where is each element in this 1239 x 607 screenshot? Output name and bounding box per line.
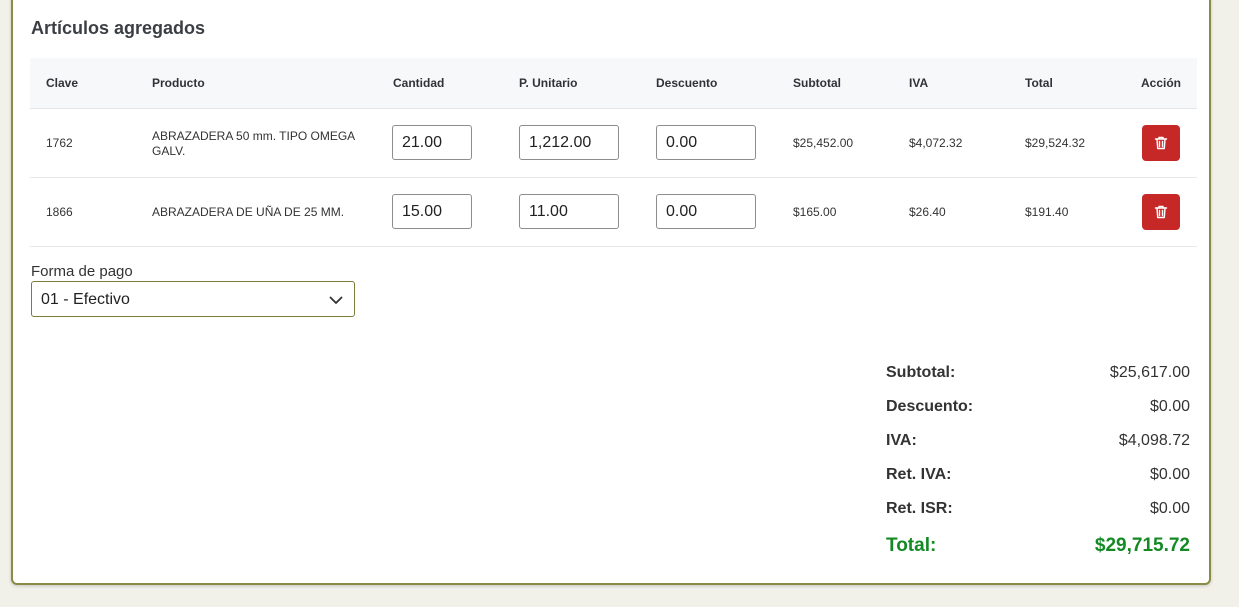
descuento-input[interactable] <box>656 125 756 160</box>
cell-total: $191.40 <box>1025 205 1069 219</box>
section-title: Artículos agregados <box>31 18 206 38</box>
p-unitario-input[interactable] <box>519 194 619 229</box>
trash-icon <box>1154 205 1168 219</box>
header-subtotal: Subtotal <box>793 76 841 90</box>
summary-ret-iva-value: $0.00 <box>1149 466 1190 483</box>
trash-icon <box>1154 136 1168 150</box>
chevron-down-icon <box>329 296 343 304</box>
payment-method-label: Forma de pago <box>31 263 133 280</box>
summary-total-value: $29,715.72 <box>1094 535 1190 556</box>
header-producto: Producto <box>152 76 205 90</box>
cell-clave: 1866 <box>46 205 73 219</box>
cell-subtotal: $165.00 <box>793 205 837 219</box>
summary-iva-value: $4,098.72 <box>1118 432 1190 449</box>
payment-method-select[interactable]: 01 - Efectivo <box>31 281 355 317</box>
table-header: Clave Producto Cantidad P. Unitario Desc… <box>30 58 1197 109</box>
articles-table: Clave Producto Cantidad P. Unitario Desc… <box>30 58 1197 247</box>
articles-card: Artículos agregados Clave Producto Canti… <box>11 0 1211 585</box>
summary-iva-label: IVA: <box>886 432 917 449</box>
cell-subtotal: $25,452.00 <box>793 136 854 150</box>
cantidad-input[interactable] <box>392 194 472 229</box>
table-row: 1762 ABRAZADERA 50 mm. TIPO OMEGA GALV. … <box>30 109 1197 178</box>
delete-button[interactable] <box>1142 194 1180 230</box>
summary-total-label: Total: <box>886 535 937 556</box>
delete-button[interactable] <box>1142 125 1180 161</box>
header-total: Total <box>1025 76 1053 90</box>
cell-producto: ABRAZADERA 50 mm. TIPO OMEGA GALV. <box>152 129 355 158</box>
header-cantidad: Cantidad <box>393 76 445 90</box>
summary-descuento-value: $0.00 <box>1149 398 1190 415</box>
summary-ret-isr-label: Ret. ISR: <box>886 500 953 517</box>
cell-total: $29,524.32 <box>1025 136 1086 150</box>
summary-descuento-label: Descuento: <box>886 398 974 415</box>
summary-ret-iva-label: Ret. IVA: <box>886 466 952 483</box>
summary-subtotal-label: Subtotal: <box>886 364 956 381</box>
cell-iva: $26.40 <box>909 205 946 219</box>
p-unitario-input[interactable] <box>519 125 619 160</box>
header-descuento: Descuento <box>656 76 718 90</box>
header-iva: IVA <box>909 76 929 90</box>
header-p-unitario: P. Unitario <box>519 76 578 90</box>
header-clave: Clave <box>46 76 79 90</box>
payment-method-value: 01 - Efectivo <box>41 291 130 308</box>
cantidad-input[interactable] <box>392 125 472 160</box>
table-row: 1866 ABRAZADERA DE UÑA DE 25 MM. $165.00… <box>30 178 1197 247</box>
summary-ret-isr-value: $0.00 <box>1149 500 1190 517</box>
cell-clave: 1762 <box>46 136 73 150</box>
cell-producto: ABRAZADERA DE UÑA DE 25 MM. <box>152 205 345 219</box>
summary-subtotal-value: $25,617.00 <box>1109 364 1190 381</box>
header-accion: Acción <box>1141 76 1182 90</box>
descuento-input[interactable] <box>656 194 756 229</box>
cell-iva: $4,072.32 <box>909 136 963 150</box>
